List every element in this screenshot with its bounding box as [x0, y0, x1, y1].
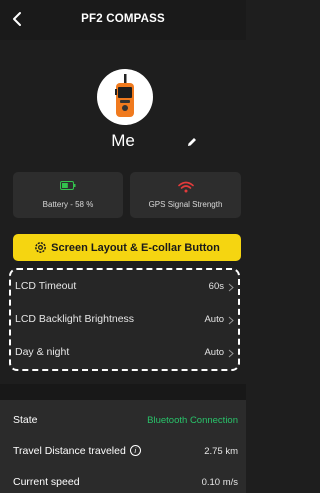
gps-label: GPS Signal Strength — [148, 200, 223, 209]
setting-value: Auto — [204, 347, 224, 358]
setting-row-day-night[interactable]: Day & night Auto — [15, 338, 234, 368]
orange-gps-device-icon — [115, 74, 134, 117]
speed-value: 0.10 m/s — [201, 477, 238, 488]
page-title: PF2 COMPASS — [81, 13, 165, 25]
profile-name: Me — [111, 131, 135, 150]
state-label: State — [13, 414, 38, 426]
setting-row-lcd-backlight[interactable]: LCD Backlight Brightness Auto — [15, 305, 234, 335]
chevron-right-icon — [228, 283, 234, 292]
setting-row-lcd-timeout[interactable]: LCD Timeout 60s — [15, 272, 234, 302]
avatar — [97, 69, 153, 125]
info-row-distance: Travel Distance traveled i 2.75 km — [13, 442, 238, 462]
battery-card: Battery - 58 % — [13, 172, 123, 218]
gps-card: GPS Signal Strength — [130, 172, 241, 218]
battery-label: Battery - 58 % — [42, 200, 94, 209]
info-icon[interactable]: i — [129, 445, 141, 456]
state-value: Bluetooth Connection — [147, 415, 238, 426]
display-settings-group: LCD Timeout 60s LCD Backlight Brightness… — [9, 268, 240, 371]
chevron-right-icon — [228, 316, 234, 325]
setting-label: LCD Backlight Brightness — [15, 313, 135, 325]
wifi-signal-icon — [177, 181, 194, 193]
info-row-state: State Bluetooth Connection — [13, 411, 238, 431]
chevron-right-icon — [228, 349, 234, 358]
gear-icon — [35, 242, 47, 253]
setting-label: Day & night — [15, 346, 70, 358]
distance-value: 2.75 km — [204, 446, 238, 457]
speed-label: Current speed — [13, 476, 80, 488]
info-row-speed: Current speed 0.10 m/s — [13, 473, 238, 493]
setting-value: Auto — [204, 314, 224, 325]
pencil-icon[interactable] — [185, 135, 199, 149]
section-divider — [0, 384, 246, 400]
setting-label: LCD Timeout — [15, 280, 77, 292]
distance-label: Travel Distance traveled i — [13, 445, 141, 457]
battery-icon — [60, 181, 76, 190]
device-info-section: State Bluetooth Connection Travel Distan… — [0, 400, 246, 493]
screen-layout-button[interactable]: Screen Layout & E-collar Button — [13, 234, 241, 261]
screen-layout-button-label: Screen Layout & E-collar Button — [51, 241, 220, 254]
top-bar: PF2 COMPASS — [0, 0, 246, 40]
setting-value: 60s — [208, 281, 224, 292]
